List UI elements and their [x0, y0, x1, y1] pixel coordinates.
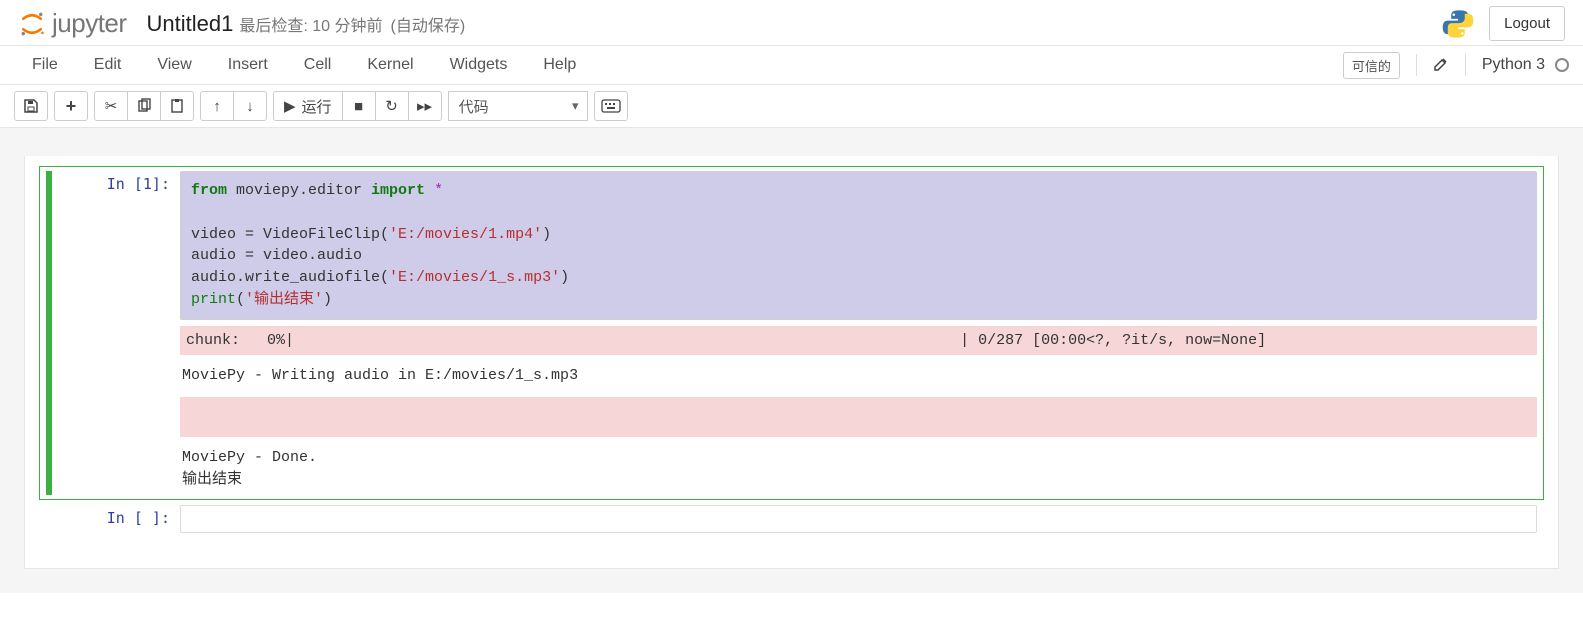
arrow-down-icon: ↓: [246, 98, 254, 115]
jupyter-icon: [18, 10, 46, 38]
menu-insert[interactable]: Insert: [210, 56, 286, 74]
save-button[interactable]: [14, 91, 48, 121]
code-cell[interactable]: In [1]:from moviepy.editor import * vide…: [39, 166, 1544, 500]
menu-kernel[interactable]: Kernel: [349, 56, 431, 74]
cell-gutter: [46, 171, 52, 495]
keyboard-icon: [601, 99, 621, 113]
menu-widgets[interactable]: Widgets: [432, 56, 526, 74]
separator: [1416, 54, 1417, 76]
fast-forward-icon: ▸▸: [417, 97, 432, 115]
cell-gutter: [46, 505, 52, 533]
move-down-button[interactable]: ↓: [233, 91, 267, 121]
header: jupyter Untitled1 最后检查: 10 分钟前 (自动保存) Lo…: [0, 0, 1583, 45]
input-prompt: In [ ]:: [60, 505, 180, 533]
cell-body: [180, 505, 1537, 533]
plus-icon: +: [66, 96, 77, 117]
separator: [1465, 54, 1466, 76]
code-input[interactable]: [180, 505, 1537, 533]
menu-edit[interactable]: Edit: [76, 56, 140, 74]
code-cell[interactable]: In [ ]:: [39, 500, 1544, 538]
notebook: In [1]:from moviepy.editor import * vide…: [24, 156, 1559, 569]
jupyter-logo[interactable]: jupyter: [18, 8, 127, 39]
restart-button[interactable]: ↻: [375, 91, 409, 121]
checkpoint-status: 最后检查: 10 分钟前: [239, 12, 382, 36]
cell-type-select[interactable]: 代码: [448, 91, 588, 121]
run-icon: ▶: [284, 97, 296, 115]
page-background: In [1]:from moviepy.editor import * vide…: [0, 128, 1583, 593]
trusted-indicator[interactable]: 可信的: [1343, 52, 1400, 79]
code-input[interactable]: from moviepy.editor import * video = Vid…: [180, 171, 1537, 320]
paste-button[interactable]: [160, 91, 194, 121]
input-prompt: In [1]:: [60, 171, 180, 495]
output-text: MoviePy - Done. 输出结束: [180, 443, 1537, 495]
autosave-status: (自动保存): [391, 12, 466, 36]
toolbar: + ✂ ↑ ↓ ▶ 运行 ■ ↻ ▸▸ 代码: [0, 85, 1583, 128]
output-text: MoviePy - Writing audio in E:/movies/1_s…: [180, 361, 1537, 391]
stop-button[interactable]: ■: [342, 91, 376, 121]
paste-icon: [169, 98, 185, 114]
cut-button[interactable]: ✂: [94, 91, 128, 121]
add-cell-button[interactable]: +: [54, 91, 88, 121]
output-stderr: chunk: 0%| | 0/287 [00:00<?, ?it/s, now=…: [180, 326, 1537, 356]
kernel-status-icon: [1555, 58, 1569, 72]
menu-view[interactable]: View: [139, 56, 209, 74]
save-icon: [23, 98, 39, 114]
command-palette-button[interactable]: [594, 91, 628, 121]
menu-help[interactable]: Help: [525, 56, 594, 74]
stop-icon: ■: [354, 98, 363, 115]
menubar: FileEditViewInsertCellKernelWidgetsHelp …: [0, 45, 1583, 85]
menu-cell[interactable]: Cell: [286, 56, 350, 74]
cell-body: from moviepy.editor import * video = Vid…: [180, 171, 1537, 495]
menus: FileEditViewInsertCellKernelWidgetsHelp: [14, 56, 594, 74]
cut-icon: ✂: [105, 97, 118, 115]
run-button[interactable]: ▶ 运行: [273, 91, 343, 121]
restart-run-all-button[interactable]: ▸▸: [408, 91, 442, 121]
cell-type-value: 代码: [459, 96, 489, 117]
cell-output: chunk: 0%| | 0/287 [00:00<?, ?it/s, now=…: [180, 326, 1537, 495]
kernel-name[interactable]: Python 3: [1482, 56, 1545, 74]
python-icon: [1441, 7, 1475, 41]
restart-icon: ↻: [385, 97, 398, 115]
logo-text: jupyter: [52, 8, 127, 39]
edit-icon[interactable]: [1433, 56, 1449, 75]
output-stderr: [180, 397, 1537, 437]
move-up-button[interactable]: ↑: [200, 91, 234, 121]
notebook-title[interactable]: Untitled1: [147, 11, 234, 37]
run-label: 运行: [302, 96, 332, 117]
logout-button[interactable]: Logout: [1489, 6, 1565, 41]
arrow-up-icon: ↑: [213, 98, 221, 115]
copy-button[interactable]: [127, 91, 161, 121]
menu-file[interactable]: File: [14, 56, 76, 74]
copy-icon: [136, 98, 152, 114]
